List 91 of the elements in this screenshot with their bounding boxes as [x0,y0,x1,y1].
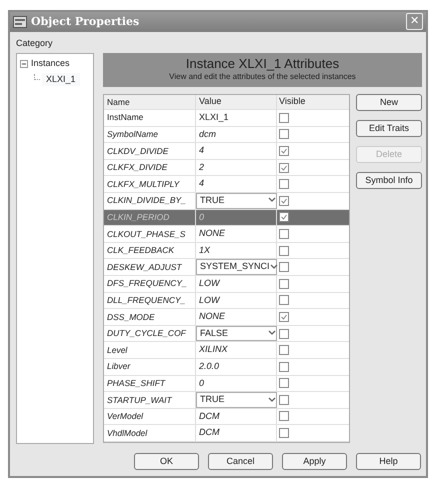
value-cell[interactable]: XILINX [196,342,277,358]
table-row[interactable]: VhdlModel DCM [104,425,349,442]
column-header: Visible [278,95,306,108]
table-row[interactable]: DFS_FREQUENCY_ LOW [104,276,349,293]
table-row[interactable]: CLKDV_DIVIDE 4 [104,143,349,160]
table-row[interactable]: CLKFX_MULTIPLY 4 [104,176,349,193]
visible-checkbox[interactable] [279,411,289,422]
category-label: Category [16,38,53,48]
column-header: Value [196,95,277,109]
visible-checkbox[interactable] [279,162,289,173]
tree-item[interactable]: Instances [31,57,70,70]
side-button[interactable]: New [356,94,422,111]
value-cell[interactable]: DCM [196,408,277,424]
visible-checkbox[interactable] [279,278,289,289]
name-cell: InstName [104,110,196,126]
name-cell: DFS_FREQUENCY_ [104,276,196,292]
dialog-button[interactable]: Help [356,453,421,470]
side-button[interactable]: Symbol Info [356,172,422,189]
table-row[interactable]: CLKFX_DIVIDE 2 [104,160,349,176]
value-cell[interactable]: NONE [196,226,277,242]
visible-checkbox[interactable] [279,112,289,123]
table-row[interactable]: SymbolName dcm [104,126,349,144]
table-row[interactable]: Level XILINX [104,342,349,359]
name-cell: CLKDV_DIVIDE [104,143,196,159]
dialog-button[interactable]: Apply [282,453,347,470]
value-cell[interactable]: 4 [196,143,277,159]
visible-checkbox[interactable] [279,246,289,256]
chevron-icon [267,395,276,404]
name-cell: VerModel [104,408,196,424]
table-row[interactable]: DESKEW_ADJUST SYSTEM_SYNCI [104,259,349,276]
table-row[interactable]: STARTUP_WAIT TRUE [104,392,349,409]
value-cell[interactable]: 0 [196,376,277,392]
name-cell: PHASE_SHIFT [104,376,196,392]
visible-checkbox[interactable] [279,129,289,140]
header-title: Instance XLXI_1 Attributes [184,56,340,71]
value-cell[interactable]: dcm [196,126,277,142]
visible-checkbox[interactable] [279,146,289,156]
visible-checkbox[interactable] [279,295,289,306]
name-cell: Libver [104,358,196,374]
visible-checkbox[interactable] [279,378,289,388]
visible-checkbox[interactable] [279,394,289,405]
value-cell[interactable]: 4 [196,176,277,192]
visible-checkbox[interactable] [279,328,289,339]
window-title: Object Properties [31,14,140,30]
name-cell: Level [104,342,196,358]
table-row[interactable]: DLL_FREQUENCY_ LOW [104,292,349,310]
table-row[interactable]: Libver 2.0.0 [104,358,349,376]
value-cell[interactable]: 1X [196,242,277,258]
collapse-toggle-icon[interactable] [20,60,28,68]
visible-checkbox[interactable] [279,179,289,190]
name-cell: CLKIN_PERIOD [104,210,196,226]
value-cell[interactable]: LOW [196,292,277,308]
visible-checkbox[interactable] [279,262,289,272]
visible-checkbox[interactable] [279,345,289,356]
value-cell[interactable]: XLXI_1 [196,110,277,126]
value-cell[interactable]: DCM [196,425,277,441]
visible-checkbox[interactable] [279,312,289,322]
name-cell: CLKFX_DIVIDE [104,160,196,176]
table-row[interactable]: DUTY_CYCLE_COF FALSE [104,326,349,342]
column-header: Name [104,95,196,109]
value-dropdown[interactable]: SYSTEM_SYNCI [196,259,277,275]
value-cell[interactable]: 2.0.0 [196,358,277,374]
dialog-button[interactable]: OK [134,453,199,470]
visible-checkbox[interactable] [279,196,289,206]
visible-checkbox[interactable] [279,228,289,239]
name-cell: CLKFX_MULTIPLY [104,176,196,192]
value-dropdown[interactable]: FALSE [196,326,277,342]
tree-item[interactable]: XLXI_1 [42,72,80,86]
value-cell[interactable]: 2 [196,160,277,176]
table-row[interactable]: InstName XLXI_1 [104,110,349,127]
table-row[interactable]: DSS_MODE NONE [104,309,349,326]
visible-checkbox[interactable] [279,212,289,222]
name-cell: DSS_MODE [104,309,196,325]
value-cell[interactable]: NONE [196,309,277,325]
table-row[interactable]: CLKIN_DIVIDE_BY_ TRUE [104,192,349,210]
name-cell: DLL_FREQUENCY_ [104,292,196,308]
name-cell: VhdlModel [104,425,196,441]
value-dropdown[interactable]: TRUE [196,192,277,209]
table-row[interactable]: VerModel DCM [104,408,349,426]
visible-checkbox[interactable] [279,362,289,372]
value-dropdown[interactable]: TRUE [196,392,277,408]
name-cell: SymbolName [104,126,196,142]
value-cell[interactable]: LOW [196,276,277,292]
side-button[interactable]: Edit Traits [356,120,422,137]
dialog-button[interactable]: Cancel [208,453,273,470]
table-row[interactable]: CLKOUT_PHASE_S NONE [104,226,349,243]
visible-checkbox[interactable] [279,428,289,438]
header-subtitle: View and edit the attributes of the selected instances [168,71,357,83]
name-cell: CLK_FEEDBACK [104,242,196,258]
app-icon [13,16,27,28]
name-cell: CLKOUT_PHASE_S [104,226,196,242]
